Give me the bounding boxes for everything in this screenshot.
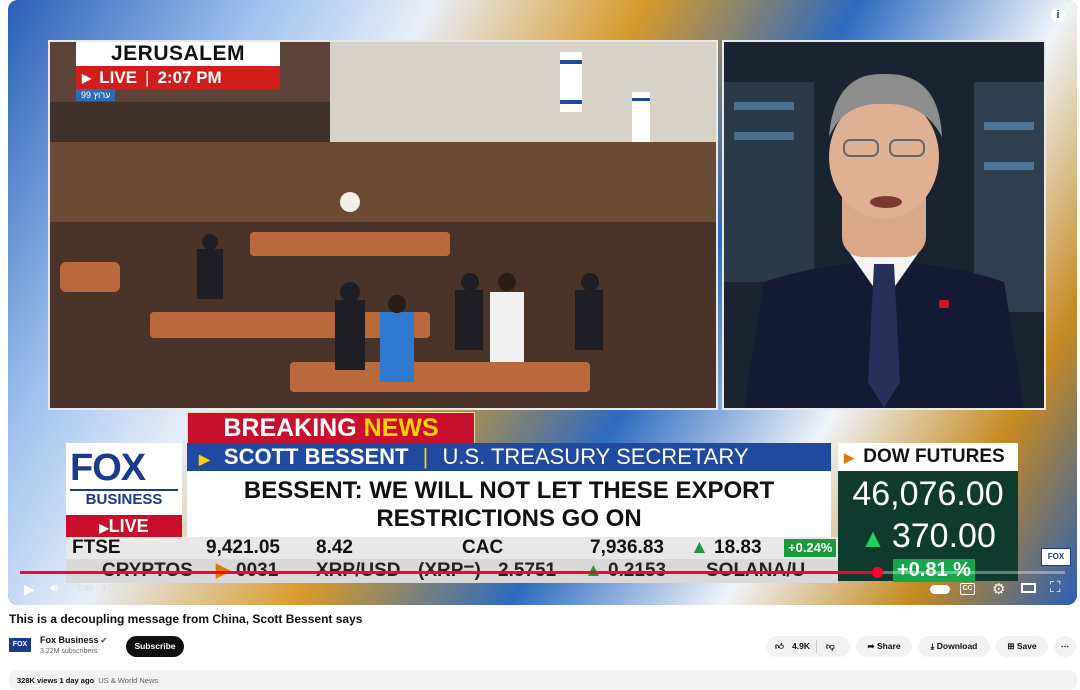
arrow-icon: ▶ <box>844 450 854 465</box>
breaking-news-banner: BREAKING NEWS <box>187 412 475 444</box>
separator: | <box>422 444 429 469</box>
location-badge: JERUSALEM ▶ LIVE | 2:07 PM <box>76 42 280 92</box>
headline-line-2: RESTRICTIONS GO ON <box>376 505 642 532</box>
fox-watermark: FOX <box>1041 548 1071 566</box>
fox-business-logo: FOX BUSINESS ▶LIVE <box>66 443 182 537</box>
save-label: Save <box>1016 641 1037 651</box>
fox-wordmark: FOX <box>70 447 146 489</box>
business-wordmark: BUSINESS <box>70 489 178 508</box>
more-actions-button[interactable]: ⋯ <box>1054 636 1076 657</box>
live-triangle-icon: ▶ <box>99 521 109 535</box>
news-word: NEWS <box>363 414 439 442</box>
bookmark-icon: ⊞ <box>1007 641 1015 651</box>
headline-box: BESSENT: WE WILL NOT LET THESE EXPORT RE… <box>187 471 831 537</box>
ticker-top: FTSE 9,421.05 8.42 CAC 7,936.83 ▲ 18.83 … <box>66 537 838 559</box>
description-box[interactable]: 328K views 1 day ago US & World News <box>9 670 1077 690</box>
share-label: Share <box>876 641 901 651</box>
headline-line-1: BESSENT: WE WILL NOT LET THESE EXPORT <box>243 477 775 504</box>
dow-change: 370.00 <box>891 517 996 555</box>
ticker-left-change: 8.42 <box>316 537 353 558</box>
progress-bar[interactable] <box>20 567 1065 578</box>
video-player[interactable]: i JERUSALEM ▶ LIVE | 2:07 PM 99 ערוץ BRE… <box>8 0 1077 605</box>
description-meta: 328K views 1 day ago US & World News <box>17 676 158 685</box>
time-current: 7:46 <box>76 583 94 593</box>
breaking-word: BREAKING <box>223 414 357 442</box>
knesset-video-panel: JERUSALEM ▶ LIVE | 2:07 PM 99 ערוץ <box>48 40 718 410</box>
channel-name[interactable]: Fox Business ✔ <box>40 635 107 645</box>
speaker-scene <box>724 42 1044 408</box>
ticker-index-value: 7,936.83 <box>590 537 664 558</box>
fox-live-badge: ▶LIVE <box>66 515 182 537</box>
progress-fill <box>20 571 877 574</box>
dow-label: DOW FUTURES <box>863 446 1005 467</box>
speaker-name-bar: ▶ SCOTT BESSENT | U.S. TREASURY SECRETAR… <box>187 443 831 471</box>
speaker-title: U.S. TREASURY SECRETARY <box>442 444 749 469</box>
like-dislike-group: 👍︎ 4.9K 👎︎ <box>766 636 850 657</box>
dow-futures-label: ▶ DOW FUTURES <box>838 443 1018 471</box>
theater-mode-icon[interactable] <box>1021 583 1036 593</box>
like-count[interactable]: 4.9K <box>792 636 810 657</box>
ticker-left-value: 9,421.05 <box>206 537 280 558</box>
category-tag[interactable]: US & World News <box>98 676 158 685</box>
subscriber-count: 3.22M subscribers <box>40 648 98 655</box>
fullscreen-icon[interactable]: ⛶ <box>1050 579 1061 596</box>
thumbs-down-icon[interactable]: 👎︎ <box>826 636 835 657</box>
time-total: 9:05 <box>101 583 119 593</box>
live-time-badge: ▶ LIVE | 2:07 PM <box>76 66 280 90</box>
speaker-video-panel <box>722 40 1046 410</box>
dow-value: 46,076.00 <box>852 475 1004 513</box>
ticker-index-name: CAC <box>462 537 504 558</box>
verified-check-icon: ✔ <box>100 636 108 645</box>
up-arrow-icon: ▲ <box>690 537 709 558</box>
play-icon[interactable]: ▶ <box>24 581 35 598</box>
gear-icon[interactable]: ⚙ <box>992 580 1005 598</box>
ticker-index-pct: +0.24% <box>784 539 837 557</box>
download-label: Download <box>936 641 978 651</box>
time-display: 7:46 / 9:05 <box>76 583 119 593</box>
save-button[interactable]: ⊞ Save <box>996 636 1048 657</box>
channel-tag: 99 ערוץ <box>76 89 116 101</box>
speaker-name: SCOTT BESSENT <box>223 444 409 469</box>
info-icon[interactable]: i <box>1051 8 1065 22</box>
share-icon: ➦ <box>867 641 875 651</box>
subscribe-button[interactable]: Subscribe <box>126 636 184 657</box>
dow-futures-box: 46,076.00 ▲ 370.00 +0.81 % <box>838 471 1018 582</box>
ticker-left-code: FTSE <box>72 537 121 558</box>
up-arrow-icon: ▲ <box>860 523 886 553</box>
divider <box>816 640 817 653</box>
volume-icon[interactable]: 🔊︎ <box>50 580 58 596</box>
fox-live-label: LIVE <box>108 516 149 536</box>
share-button[interactable]: ➦ Share <box>856 636 912 657</box>
video-title: This is a decoupling message from China,… <box>9 612 363 626</box>
channel-name-text[interactable]: Fox Business <box>40 635 99 645</box>
captions-icon[interactable]: CC <box>960 583 975 595</box>
location-city: JERUSALEM <box>76 42 280 66</box>
live-label: LIVE <box>99 68 138 87</box>
play-triangle-icon: ▶ <box>82 71 92 85</box>
ticker-index-change: 18.83 <box>714 537 762 558</box>
live-time: 2:07 PM <box>157 68 222 87</box>
knesset-scene <box>50 42 716 408</box>
autoplay-toggle[interactable] <box>930 585 950 594</box>
time-separator: / <box>93 583 102 593</box>
player-controls: ▶ 🔊︎ 7:46 / 9:05 CC ⚙ ⛶ <box>8 577 1077 603</box>
separator: | <box>145 68 150 87</box>
view-count: 328K views <box>17 676 58 685</box>
arrow-icon: ▶ <box>199 451 210 467</box>
channel-avatar[interactable]: FOX <box>9 638 31 652</box>
more-icon: ⋯ <box>1060 641 1070 651</box>
upload-age: 1 day ago <box>59 676 95 685</box>
dow-change-row: ▲ 370.00 <box>838 517 1018 556</box>
download-button[interactable]: ⤓ Download <box>918 636 990 657</box>
thumbs-up-icon[interactable]: 👍︎ <box>775 636 784 657</box>
download-icon: ⤓ <box>930 641 935 651</box>
